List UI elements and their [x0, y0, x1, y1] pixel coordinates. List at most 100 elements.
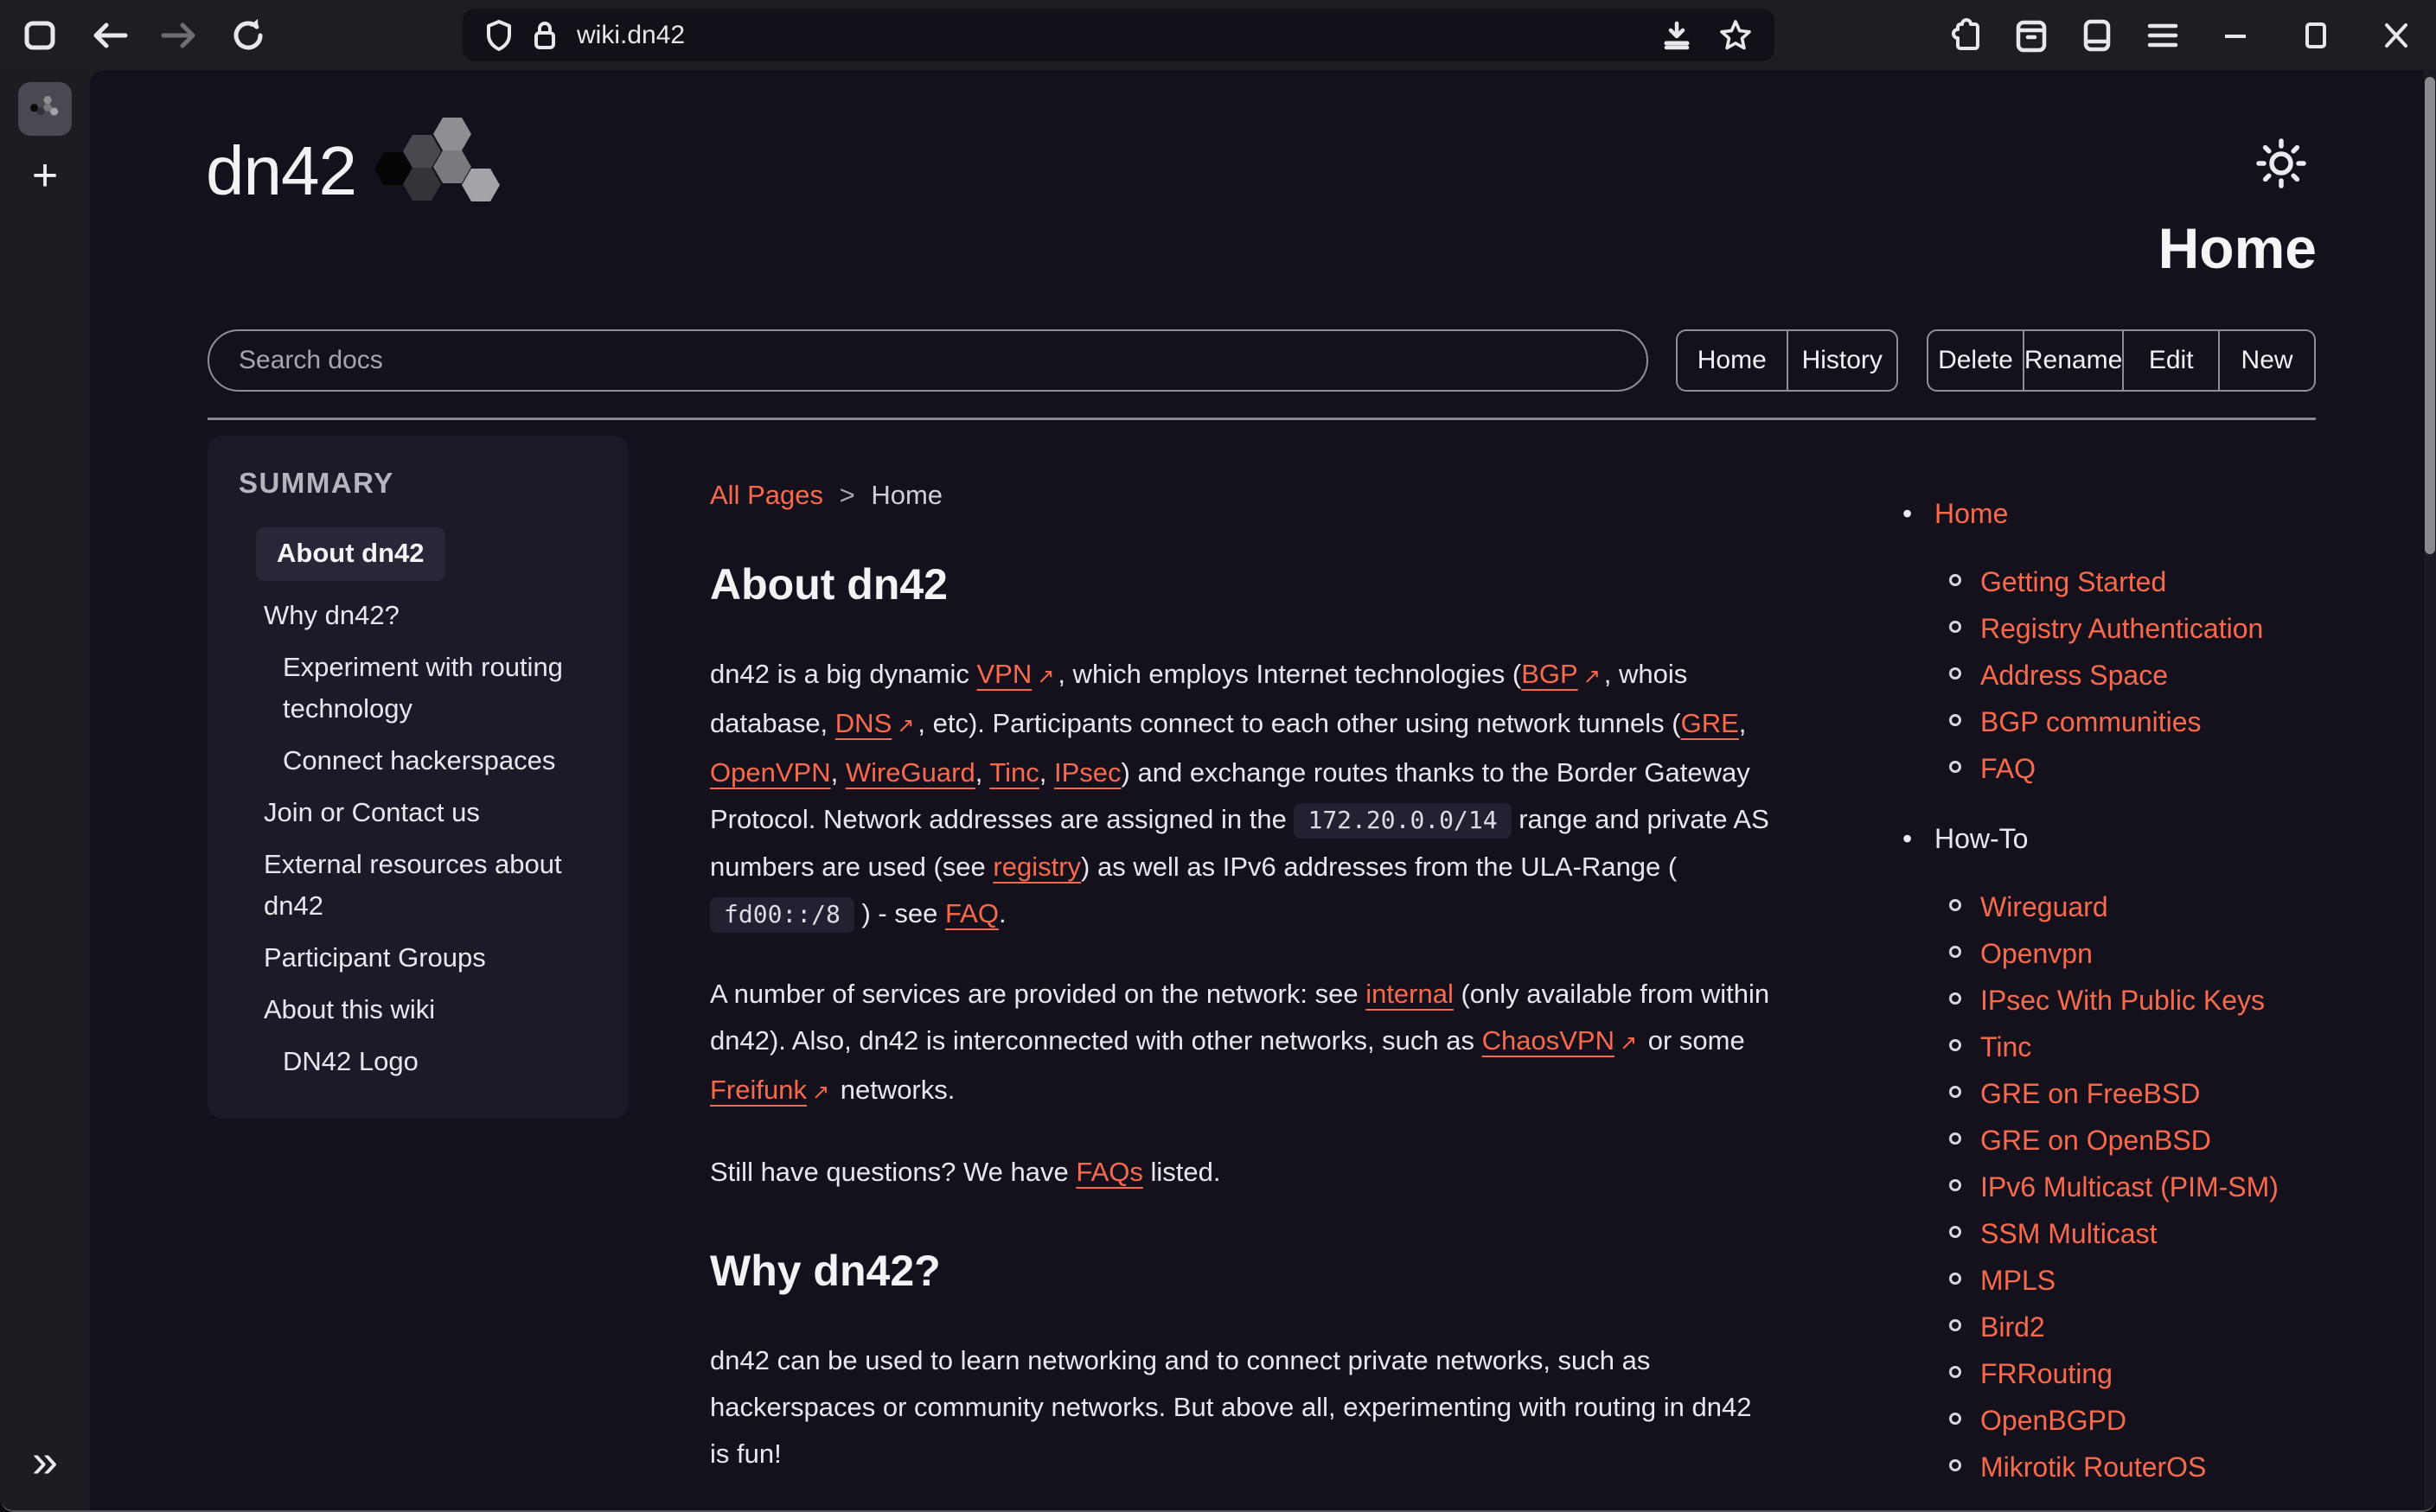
inline-link[interactable]: DNS: [835, 708, 892, 738]
back-button[interactable]: [90, 16, 130, 55]
logo-hexagons-icon: [365, 115, 516, 232]
toc-link[interactable]: BGP communities: [1980, 706, 2202, 737]
toc-child: GRE on FreeBSD: [1894, 1070, 2413, 1117]
close-button[interactable]: [2376, 16, 2416, 55]
delete-button[interactable]: Delete: [1928, 331, 2023, 390]
summary-item[interactable]: DN42 Logo: [233, 1041, 608, 1082]
external-link-icon: ↗: [1614, 1031, 1640, 1055]
toc-link[interactable]: Registry Authentication: [1980, 613, 2263, 644]
toc-link[interactable]: FRRouting: [1980, 1358, 2113, 1389]
inline-link[interactable]: IPsec: [1054, 757, 1122, 788]
toc-link[interactable]: Openvpn: [1980, 938, 2093, 969]
toc-link[interactable]: IPsec With Public Keys: [1980, 985, 2265, 1016]
toc-link[interactable]: IPv6 Multicast (PIM-SM): [1980, 1171, 2279, 1203]
bullet-icon: •: [1902, 490, 1912, 537]
container-button[interactable]: [2011, 16, 2051, 55]
forward-button[interactable]: [159, 16, 199, 55]
section-heading: About dn42: [710, 558, 1774, 611]
toc-child: Bird2: [1894, 1304, 2413, 1350]
maximize-button[interactable]: [2296, 16, 2336, 55]
bookmark-star-icon: [1718, 18, 1753, 53]
toc-child: Openvpn: [1894, 930, 2413, 977]
circle-bullet-icon: [1949, 714, 1961, 726]
toc-link[interactable]: Getting Started: [1980, 566, 2166, 597]
url-bar[interactable]: wiki.dn42: [463, 9, 1774, 61]
toc-link[interactable]: Wireguard: [1980, 891, 2108, 922]
page-title: Home: [2158, 215, 2317, 281]
summary-item[interactable]: Connect hackerspaces: [233, 740, 608, 782]
header-divider: [208, 418, 2316, 420]
toc-link[interactable]: Address Space: [1980, 660, 2168, 691]
new-button[interactable]: New: [2218, 331, 2314, 390]
toc-link[interactable]: Tinc: [1980, 1031, 2031, 1062]
summary-title: SUMMARY: [233, 467, 608, 500]
summary-item[interactable]: About dn42: [256, 527, 445, 581]
inline-link[interactable]: Tinc: [989, 757, 1039, 788]
inline-link[interactable]: VPN: [976, 659, 1032, 689]
new-tab-button[interactable]: +: [0, 150, 90, 201]
toc-link[interactable]: Bird2: [1980, 1311, 2045, 1343]
active-tab[interactable]: [18, 82, 72, 136]
theme-toggle-button[interactable]: [2252, 134, 2311, 193]
minimize-button[interactable]: [2215, 16, 2255, 55]
history-button[interactable]: History: [1787, 331, 1897, 390]
breadcrumb-link[interactable]: All Pages: [710, 480, 823, 510]
sidebar-toggle-button[interactable]: [21, 16, 61, 55]
site-logo[interactable]: dn42: [206, 110, 516, 232]
paragraph: Still have questions? We have FAQs liste…: [710, 1149, 1774, 1196]
summary-item[interactable]: Join or Contact us: [233, 792, 608, 833]
breadcrumb-separator: >: [831, 480, 864, 510]
page-scrollbar-thumb[interactable]: [2425, 77, 2435, 554]
edit-button[interactable]: Edit: [2122, 331, 2218, 390]
inline-link[interactable]: registry: [993, 852, 1081, 882]
toc-group: •How-To: [1894, 815, 2413, 862]
toc-child: GRE on OpenBSD: [1894, 1117, 2413, 1164]
inline-link[interactable]: FAQs: [1076, 1157, 1143, 1187]
wiki-page: dn42 Home HomeH: [90, 70, 2436, 1512]
url-text: wiki.dn42: [577, 21, 685, 50]
toc-link[interactable]: Mikrotik RouterOS: [1980, 1451, 2206, 1483]
inline-link[interactable]: internal: [1365, 979, 1454, 1009]
inline-link[interactable]: FAQ: [945, 898, 999, 928]
inline-link[interactable]: WireGuard: [846, 757, 975, 788]
lock-icon[interactable]: [532, 19, 558, 52]
inline-link[interactable]: BGP: [1521, 659, 1577, 689]
toc-link[interactable]: GRE on FreeBSD: [1980, 1078, 2200, 1109]
toc-child: BGP communities: [1894, 699, 2413, 745]
inline-link[interactable]: ChaosVPN: [1482, 1025, 1614, 1056]
device-button[interactable]: [2077, 16, 2117, 55]
circle-bullet-icon: [1949, 761, 1961, 773]
shield-icon[interactable]: [485, 19, 513, 52]
paragraph: dn42 can be used to learn networking and…: [710, 1337, 1774, 1477]
summary-item[interactable]: External resources about dn42: [233, 844, 608, 927]
home-button[interactable]: Home: [1678, 331, 1787, 390]
sidebar-toggle-icon: [23, 20, 58, 51]
toc-link[interactable]: FAQ: [1980, 753, 2036, 784]
toc-child: Wireguard: [1894, 884, 2413, 930]
toc-link[interactable]: MPLS: [1980, 1265, 2056, 1296]
menu-button[interactable]: [2143, 16, 2183, 55]
expand-sidebar-button[interactable]: »: [0, 1434, 90, 1488]
browser-toolbar: wiki.dn42: [0, 0, 2436, 70]
bookmark-star-button[interactable]: [1716, 16, 1755, 55]
inline-link[interactable]: GRE: [1681, 708, 1739, 738]
reload-button[interactable]: [228, 16, 268, 55]
toc-child: SSM Multicast: [1894, 1210, 2413, 1257]
back-icon: [91, 20, 129, 51]
inline-link[interactable]: OpenVPN: [710, 757, 831, 788]
extensions-button[interactable]: [1946, 16, 1985, 55]
circle-bullet-icon: [1949, 1132, 1961, 1145]
summary-item[interactable]: Participant Groups: [233, 937, 608, 979]
summary-item[interactable]: Why dn42?: [233, 595, 608, 636]
rename-button[interactable]: Rename: [2023, 331, 2122, 390]
toc-link[interactable]: OpenBGPD: [1980, 1405, 2126, 1436]
search-input[interactable]: [208, 329, 1648, 392]
summary-item[interactable]: Experiment with routing technology: [233, 647, 608, 730]
downloads-button[interactable]: [1657, 16, 1697, 55]
summary-item[interactable]: About this wiki: [233, 989, 608, 1030]
toc-link[interactable]: Home: [1934, 498, 2008, 529]
circle-bullet-icon: [1949, 1039, 1961, 1051]
toc-link[interactable]: SSM Multicast: [1980, 1218, 2157, 1249]
toc-link[interactable]: GRE on OpenBSD: [1980, 1125, 2211, 1156]
inline-link[interactable]: Freifunk: [710, 1075, 807, 1105]
